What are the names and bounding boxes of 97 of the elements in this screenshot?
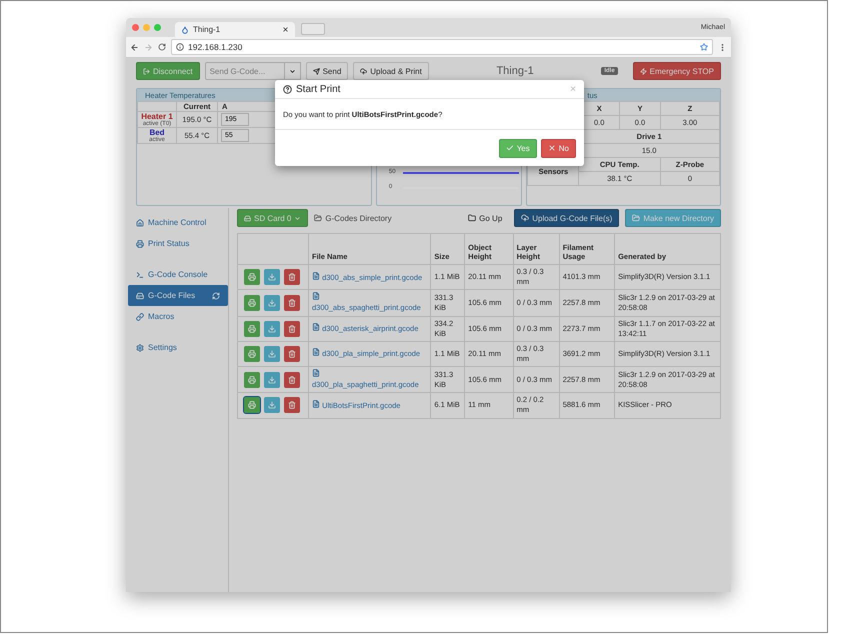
logout-icon: [143, 68, 150, 74]
delete-button[interactable]: [284, 320, 300, 337]
sidebar-item[interactable]: Machine Control: [128, 212, 228, 233]
download-button[interactable]: [264, 346, 280, 362]
download-icon: [268, 298, 276, 307]
delete-button[interactable]: [284, 372, 300, 388]
star-icon: [700, 43, 708, 51]
close-icon: [548, 144, 556, 152]
trash-icon: [288, 350, 296, 358]
delete-button[interactable]: [284, 397, 300, 414]
printer-icon: [248, 298, 256, 307]
download-icon: [268, 401, 276, 410]
file-icon: [312, 369, 320, 377]
file-icon: [312, 348, 320, 356]
file-icon: [312, 400, 320, 408]
cloud-upload-icon: [360, 68, 368, 74]
download-button[interactable]: [264, 320, 280, 337]
sidebar-item[interactable]: Print Status: [128, 233, 228, 254]
file-icon: [312, 292, 320, 300]
printer-icon: [248, 350, 256, 358]
heater-name: Bed: [148, 128, 166, 137]
upload-print-button[interactable]: Upload & Print: [353, 62, 429, 80]
sidebar-item[interactable]: G-Code Files: [128, 285, 228, 306]
machine-title: Thing-1: [495, 65, 535, 77]
upload-button[interactable]: Upload G-Code File(s): [514, 209, 620, 227]
print-button[interactable]: [244, 397, 260, 414]
check-icon: [506, 144, 514, 152]
dropdown-button[interactable]: [284, 62, 301, 80]
yes-button[interactable]: Yes: [498, 138, 537, 158]
download-button[interactable]: [264, 294, 280, 311]
dialog-title: Start Print: [296, 84, 342, 94]
close-window-button[interactable]: [132, 24, 139, 31]
download-icon: [268, 273, 276, 282]
file-icon: [312, 323, 320, 332]
trash-icon: [288, 376, 296, 384]
drive-icon: [244, 214, 251, 222]
trash-icon: [288, 298, 296, 307]
new-tab-button[interactable]: [301, 23, 325, 35]
caret-icon: [294, 214, 302, 222]
sidebar-item[interactable]: G-Code Console: [128, 264, 228, 285]
terminal-icon: [136, 270, 144, 278]
printer-icon: [136, 240, 144, 248]
trash-icon: [288, 273, 296, 282]
download-button[interactable]: [264, 372, 280, 388]
download-icon: [268, 324, 276, 333]
download-icon: [268, 376, 276, 384]
reload-icon: [158, 43, 166, 51]
no-button[interactable]: No: [540, 138, 576, 158]
print-button[interactable]: [244, 346, 260, 362]
heater-name: Heater 1: [141, 112, 173, 121]
caret-icon: [288, 68, 296, 74]
download-button[interactable]: [264, 269, 280, 286]
delete-button[interactable]: [284, 346, 300, 362]
directory-label: G-Codes Directory: [314, 214, 392, 222]
back-icon: [130, 42, 139, 52]
print-button[interactable]: [244, 294, 260, 311]
lightning-icon: [640, 68, 647, 74]
browser-tab[interactable]: Thing-1: [175, 22, 295, 37]
file-icon: [312, 272, 320, 280]
forward-icon: [144, 42, 153, 52]
sidebar-item[interactable]: Settings: [128, 337, 228, 358]
gear-icon: [136, 344, 144, 352]
address-bar[interactable]: 192.168.1.230: [171, 39, 713, 55]
delete-button[interactable]: [284, 294, 300, 311]
print-button[interactable]: [244, 320, 260, 337]
send-button[interactable]: Send: [306, 62, 348, 80]
folder-icon: [314, 214, 322, 222]
maximize-window-button[interactable]: [154, 24, 161, 31]
go-up-button[interactable]: Go Up: [462, 209, 508, 227]
home-icon: [136, 218, 144, 226]
drive-icon: [136, 292, 144, 300]
print-button[interactable]: [244, 372, 260, 388]
cloud-upload-icon: [521, 214, 530, 222]
sidebar-item[interactable]: Macros: [128, 306, 228, 327]
trash-icon: [288, 401, 296, 410]
printer-icon: [248, 273, 256, 282]
refresh-icon: [212, 292, 220, 300]
send-icon: [312, 68, 320, 74]
emergency-stop-button[interactable]: Emergency STOP: [632, 62, 721, 80]
gcode-field[interactable]: Send G-Code...: [204, 62, 285, 80]
info-icon: [176, 43, 184, 51]
droplet-icon: [181, 26, 189, 34]
print-button[interactable]: [244, 269, 260, 286]
minimize-window-button[interactable]: [143, 24, 150, 31]
printer-icon: [248, 401, 256, 410]
folder-icon: [468, 214, 476, 222]
question-icon: [283, 84, 292, 94]
close-icon: [282, 26, 289, 33]
printer-icon: [248, 324, 256, 333]
download-icon: [268, 350, 276, 358]
sd-card-button[interactable]: SD Card 0: [237, 209, 308, 227]
folder-icon: [632, 214, 640, 222]
disconnect-button[interactable]: Disconnect: [136, 62, 200, 80]
trash-icon: [288, 324, 296, 333]
printer-icon: [248, 376, 256, 384]
link-icon: [136, 312, 144, 320]
delete-button[interactable]: [284, 269, 300, 286]
